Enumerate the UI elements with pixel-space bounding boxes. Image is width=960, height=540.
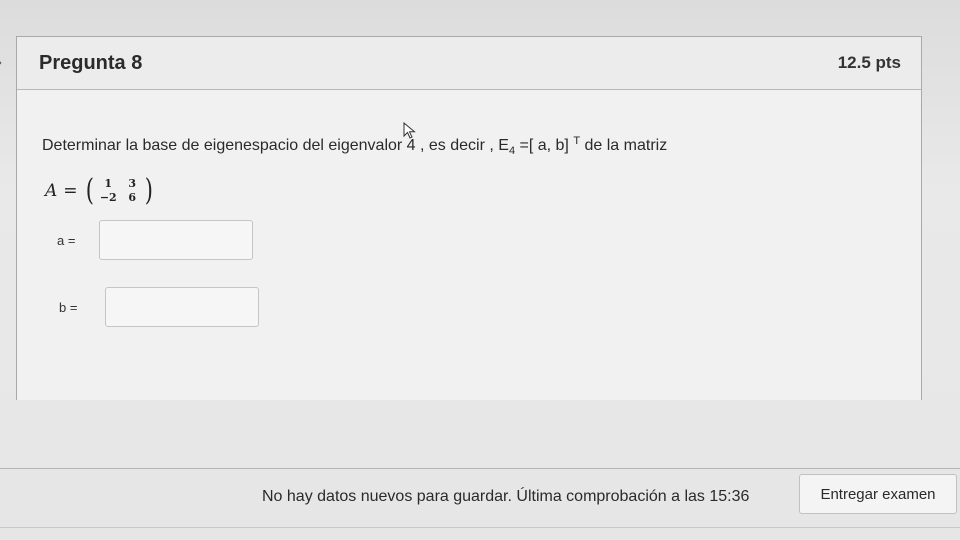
answer-input-b[interactable] (105, 287, 259, 327)
submit-exam-button[interactable]: Entregar examen (799, 474, 957, 514)
matrix-variable: A (45, 181, 58, 201)
footer-divider (0, 468, 960, 469)
prompt-text-part: de la matriz (580, 137, 668, 154)
prompt-subscript: 4 (508, 145, 516, 157)
prompt-text-part: Determinar la base de eigenespacio del e… (42, 137, 509, 154)
answer-row-a: a = (57, 220, 253, 260)
matrix-grid: 1 3 −2 6 (95, 177, 143, 205)
question-title: Pregunta 8 (39, 51, 143, 74)
matrix-cell: 1 (104, 177, 113, 190)
save-status-text: No hay datos nuevos para guardar. Última… (262, 488, 750, 505)
answer-input-a[interactable] (99, 220, 253, 260)
matrix-cell: −2 (99, 191, 117, 204)
matrix: ( 1 3 −2 6 ) (84, 176, 155, 206)
question-body: Determinar la base de eigenespacio del e… (17, 90, 921, 400)
bottom-divider (0, 527, 960, 528)
prompt-superscript: T (573, 135, 581, 147)
prompt-text-part: =[ a, b] (515, 137, 574, 154)
matrix-equals: = (63, 181, 78, 201)
answer-label-a: a = (57, 232, 76, 248)
question-prompt: Determinar la base de eigenespacio del e… (42, 135, 668, 157)
answer-label-b: b = (59, 299, 78, 315)
matrix-cell: 6 (128, 191, 137, 204)
question-header: Pregunta 8 12.5 pts (17, 37, 921, 90)
question-points: 12.5 pts (837, 53, 901, 72)
matrix-equation: A = ( 1 3 −2 6 ) (45, 176, 155, 206)
right-paren: ) (145, 173, 154, 208)
question-card: Pregunta 8 12.5 pts Determinar la base d… (16, 36, 922, 400)
quiz-page: › Pregunta 8 12.5 pts Determinar la base… (0, 0, 960, 540)
matrix-cell: 3 (128, 177, 137, 190)
chevron-right-icon: › (0, 52, 2, 73)
left-paren: ( (85, 173, 94, 208)
answer-row-b: b = (59, 287, 259, 327)
